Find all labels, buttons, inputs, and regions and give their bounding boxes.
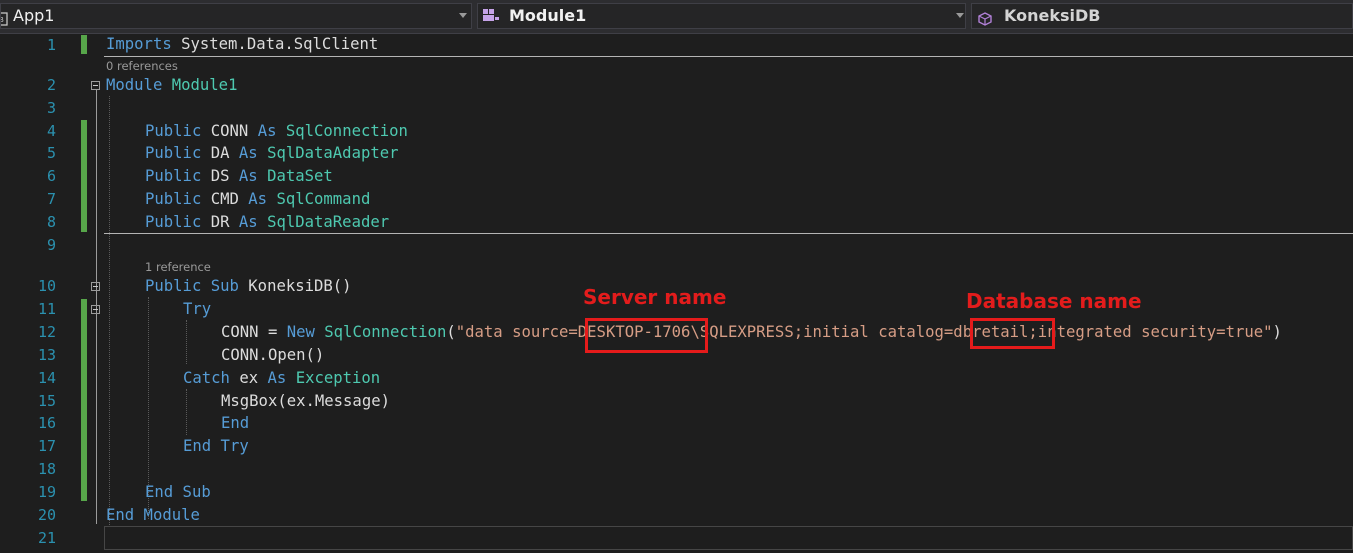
collapse-toggle[interactable] <box>91 305 100 314</box>
code-line: End Try <box>183 437 249 455</box>
member-name: KoneksiDB <box>1004 6 1101 25</box>
code-line: Public Sub KoneksiDB() <box>145 277 352 295</box>
line-number: 16 <box>37 414 56 432</box>
change-indicator <box>81 299 87 501</box>
line-number: 2 <box>46 76 56 94</box>
line-number: 5 <box>46 144 56 162</box>
line-number: 18 <box>37 460 56 478</box>
code-line: Catch ex As Exception <box>183 369 381 387</box>
code-editor[interactable]: 1 2 3 4 5 6 7 8 9 10 11 12 13 14 15 16 1… <box>0 34 1353 553</box>
module-icon <box>482 7 500 28</box>
method-cube-icon <box>978 9 992 28</box>
code-line: Public DR As SqlDataReader <box>145 213 390 231</box>
module-dropdown[interactable]: Module1 <box>477 3 966 29</box>
code-line: Public DA As SqlDataAdapter <box>145 144 399 162</box>
line-number: 21 <box>37 529 56 547</box>
line-number: 8 <box>46 213 56 231</box>
line-number: 13 <box>37 346 56 364</box>
code-line: Public DS As DataSet <box>145 167 333 185</box>
member-dropdown[interactable]: KoneksiDB <box>971 3 1353 29</box>
navigation-bar: B App1 Module1 KoneksiDB <box>0 0 1353 34</box>
code-line: Module Module1 <box>106 76 238 94</box>
project-dropdown[interactable]: B App1 <box>0 3 472 29</box>
code-line: Public CMD As SqlCommand <box>145 190 371 208</box>
method-separator <box>104 56 1353 57</box>
line-number: 14 <box>37 369 56 387</box>
project-name: App1 <box>13 6 55 25</box>
code-line: CONN.Open() <box>221 346 325 364</box>
database-name-annotation: Database name <box>966 289 1142 313</box>
code-line: End Sub <box>145 483 211 501</box>
line-number: 19 <box>37 483 56 501</box>
vb-project-icon: B <box>0 9 8 28</box>
svg-text:B: B <box>0 16 4 24</box>
line-number: 9 <box>46 236 56 254</box>
line-number: 15 <box>37 392 56 410</box>
code-line: Imports System.Data.SqlClient <box>106 35 379 53</box>
line-number: 20 <box>37 506 56 524</box>
change-indicator <box>81 35 87 54</box>
code-line: Try <box>183 300 212 318</box>
indent-guide <box>109 96 110 527</box>
references-codelens[interactable]: 0 references <box>106 59 178 73</box>
server-name-annotation: Server name <box>583 285 727 309</box>
line-number: 4 <box>46 122 56 140</box>
line-number: 6 <box>46 167 56 185</box>
line-number: 11 <box>37 300 56 318</box>
method-separator <box>104 233 1353 234</box>
server-name-highlight-box <box>585 318 708 353</box>
line-number: 7 <box>46 190 56 208</box>
code-line: Public CONN As SqlConnection <box>145 122 408 140</box>
indent-guide <box>186 320 187 364</box>
code-line: End Module <box>106 506 200 524</box>
collapse-toggle[interactable] <box>91 282 100 291</box>
current-line-highlight[interactable] <box>104 526 1353 550</box>
code-line: CONN = New SqlConnection("data source=DE… <box>221 323 1282 341</box>
line-number: 1 <box>46 36 56 54</box>
code-line: MsgBox(ex.Message) <box>221 392 390 410</box>
chevron-down-icon <box>956 13 964 18</box>
line-number: 12 <box>37 323 56 341</box>
line-number: 3 <box>46 99 56 117</box>
indent-guide <box>186 389 187 435</box>
change-indicator <box>81 120 87 232</box>
module-name: Module1 <box>509 6 587 25</box>
code-line: End <box>221 414 250 432</box>
line-number: 10 <box>37 277 56 295</box>
line-number: 17 <box>37 437 56 455</box>
collapse-toggle[interactable] <box>91 81 100 90</box>
database-name-highlight-box <box>970 318 1055 349</box>
chevron-down-icon <box>459 13 467 18</box>
references-codelens[interactable]: 1 reference <box>145 260 211 274</box>
